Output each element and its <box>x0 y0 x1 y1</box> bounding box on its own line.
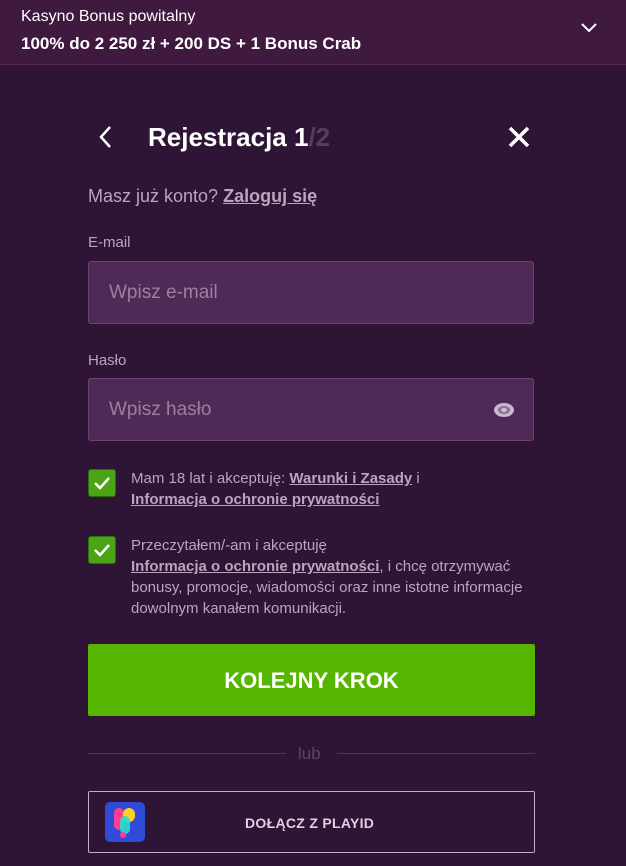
divider-right <box>337 753 535 754</box>
banner-offer: 100% do 2 250 zł + 200 DS + 1 Bonus Crab <box>21 34 362 53</box>
terms-link[interactable]: Warunki i Zasady <box>289 470 412 487</box>
terms-checkbox[interactable] <box>88 469 116 497</box>
login-prompt: Masz już konto? Zaloguj się <box>88 186 317 207</box>
login-prompt-text: Masz już konto? <box>88 186 219 206</box>
email-input[interactable] <box>89 262 489 323</box>
playid-label: DOŁĄCZ Z PLAYID <box>245 815 375 831</box>
title-text: Rejestracja 1 <box>148 122 309 152</box>
bonus-banner[interactable]: Kasyno Bonus powitalny 100% do 2 250 zł … <box>0 0 626 65</box>
password-field-wrapper <box>88 378 534 441</box>
marketing-text: Przeczytałem/-am i akceptuję Informacja o… <box>131 535 541 619</box>
chevron-down-icon[interactable] <box>580 22 598 34</box>
check-icon <box>94 477 110 490</box>
eye-icon[interactable] <box>493 400 515 420</box>
marketing-text-a: Przeczytałem/-am i akceptuję <box>131 537 327 554</box>
password-input[interactable] <box>89 379 489 440</box>
step-total: /2 <box>308 122 331 152</box>
password-label: Hasło <box>88 352 127 369</box>
privacy-link-1[interactable]: Informacja o ochronie prywatności <box>131 491 379 508</box>
privacy-link-2[interactable]: Informacja o ochronie prywatności <box>131 558 379 575</box>
terms-text-b: i <box>412 470 420 487</box>
check-icon <box>94 544 110 557</box>
playid-button[interactable]: DOŁĄCZ Z PLAYID <box>88 791 535 853</box>
marketing-checkbox[interactable] <box>88 536 116 564</box>
next-step-button[interactable]: KOLEJNY KROK <box>88 644 535 716</box>
divider-text: lub <box>298 744 321 763</box>
terms-text: Mam 18 lat i akceptuję: Warunki i Zasady… <box>131 468 541 510</box>
playid-logo-icon <box>105 802 145 842</box>
back-arrow-icon[interactable] <box>96 124 116 150</box>
close-icon[interactable] <box>507 125 531 149</box>
terms-text-a: Mam 18 lat i akceptuję: <box>131 470 290 487</box>
login-link[interactable]: Zaloguj się <box>223 186 317 206</box>
page-title: Rejestracja 1/2 <box>148 122 330 153</box>
email-field-wrapper <box>88 261 534 324</box>
banner-title: Kasyno Bonus powitalny <box>21 8 196 25</box>
email-label: E-mail <box>88 234 131 251</box>
divider-left <box>88 753 286 754</box>
